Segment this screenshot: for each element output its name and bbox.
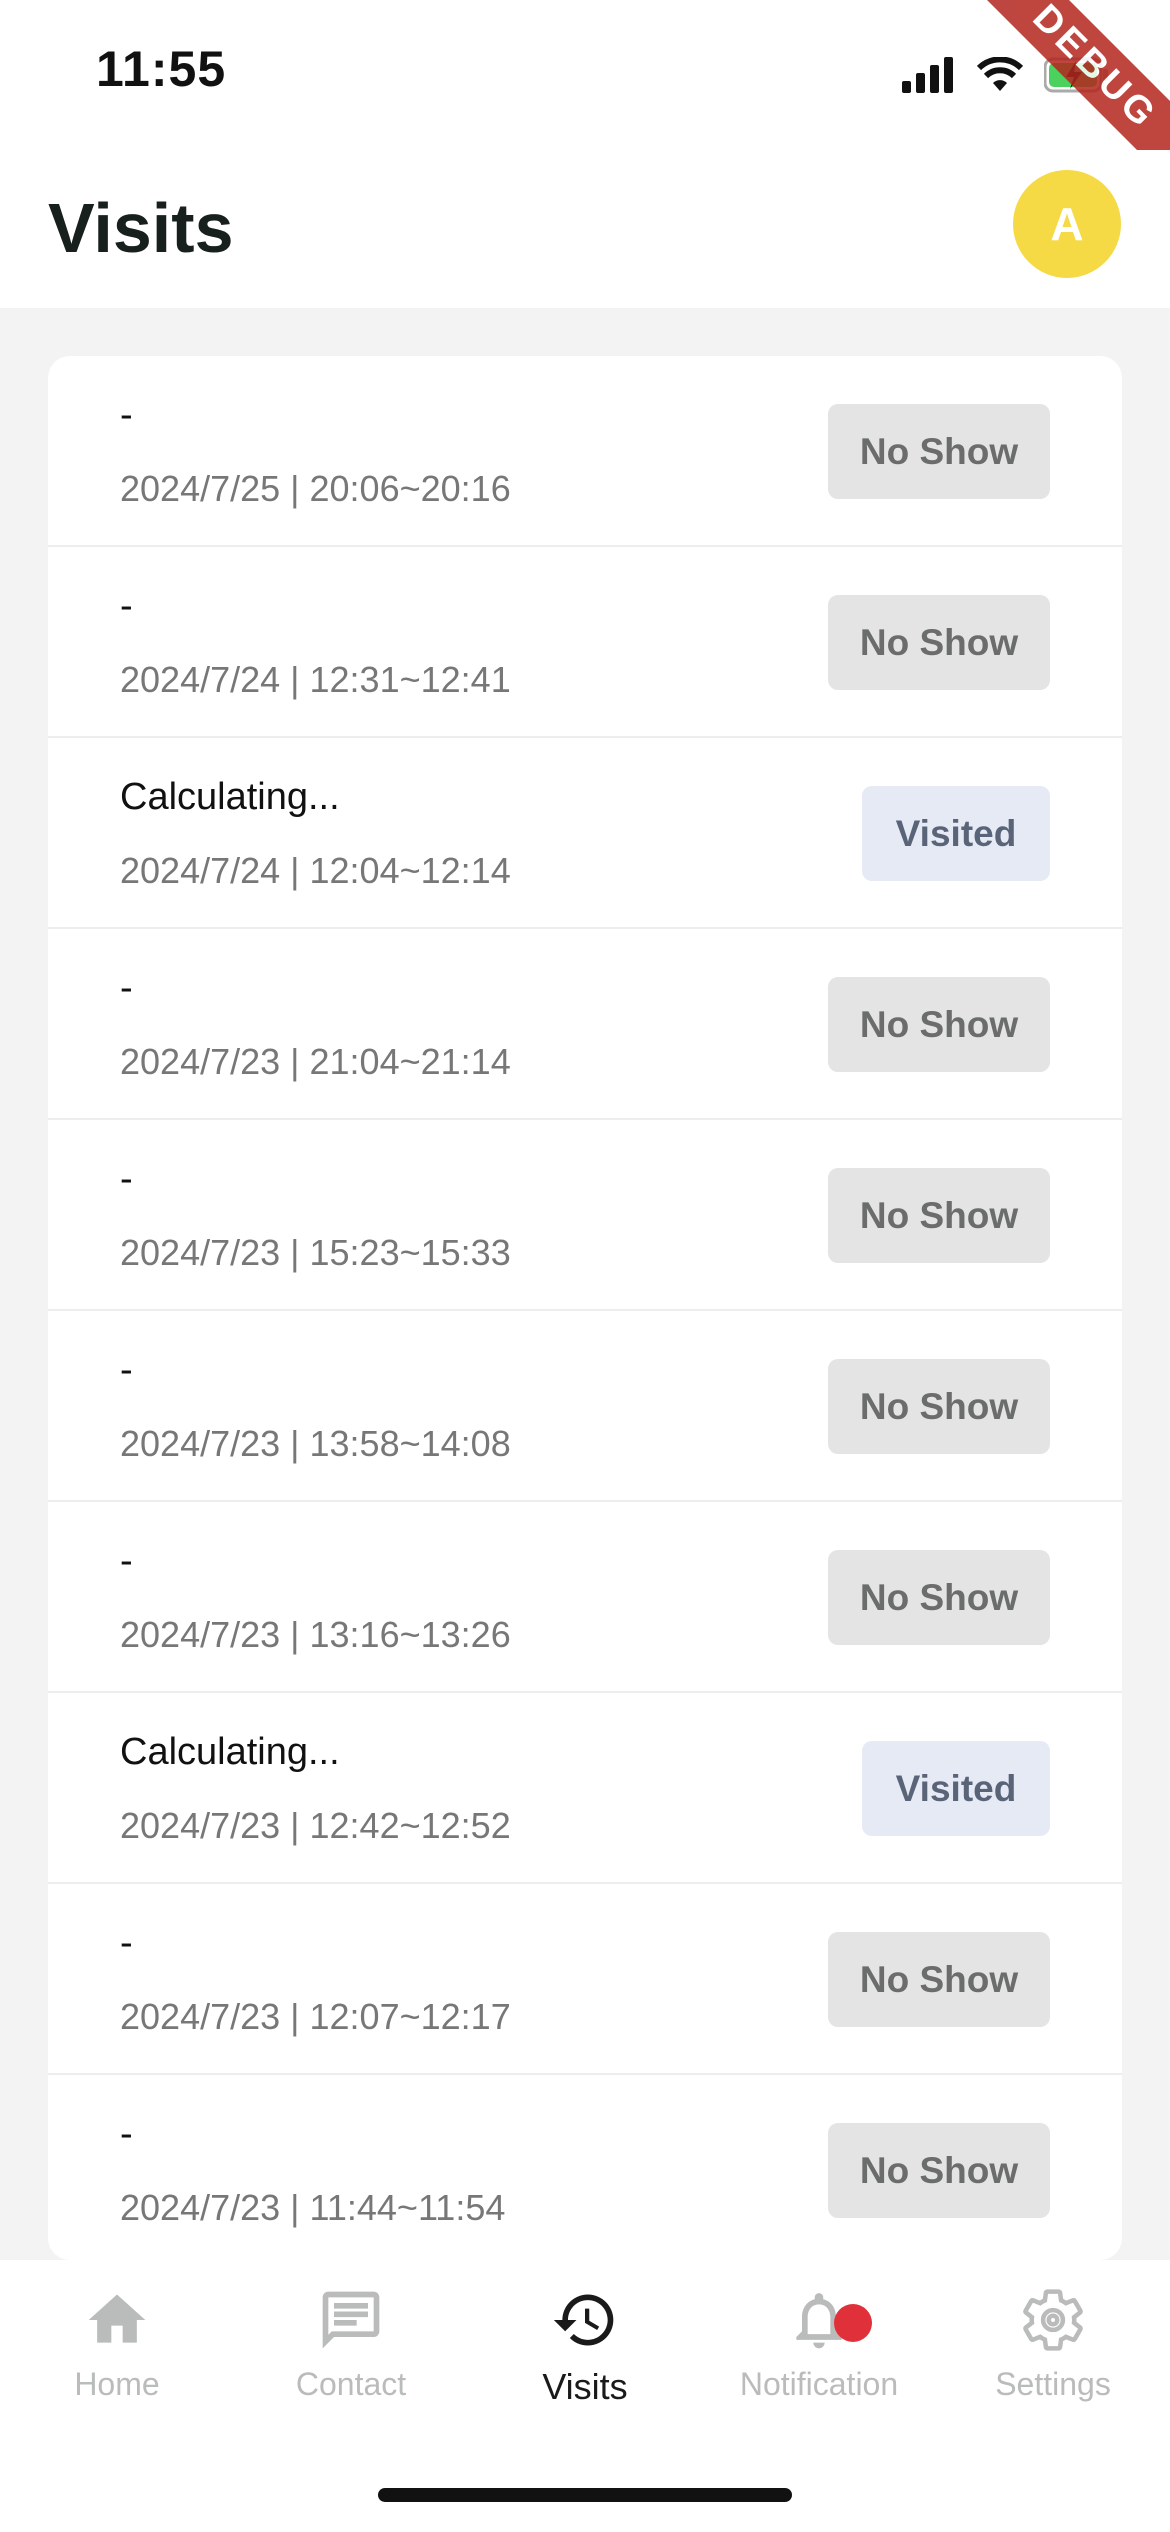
visit-datetime: 2024/7/25 | 20:06~20:16: [120, 468, 511, 509]
list-item[interactable]: - 2024/7/23 | 21:04~21:14 No Show: [48, 929, 1122, 1120]
status-badge: No Show: [828, 977, 1050, 1072]
visit-title: -: [120, 585, 133, 627]
visits-list: - 2024/7/25 | 20:06~20:16 No Show - 2024…: [48, 356, 1122, 2260]
visit-datetime: 2024/7/23 | 21:04~21:14: [120, 1041, 511, 1082]
visit-title: Calculating...: [120, 776, 340, 818]
nav-home[interactable]: Home: [0, 2286, 234, 2403]
visit-datetime: 2024/7/23 | 13:16~13:26: [120, 1614, 511, 1655]
nav-settings-label: Settings: [995, 2366, 1111, 2402]
status-badge: No Show: [828, 1932, 1050, 2027]
nav-visits[interactable]: Visits: [468, 2286, 702, 2408]
status-time: 11:55: [96, 41, 227, 97]
status-badge: Visited: [862, 1741, 1050, 1836]
status-badge: No Show: [828, 2123, 1050, 2218]
status-badge: No Show: [828, 1359, 1050, 1454]
home-indicator[interactable]: [378, 2488, 792, 2502]
list-item[interactable]: - 2024/7/23 | 12:07~12:17 No Show: [48, 1884, 1122, 2075]
wifi-icon: [976, 57, 1024, 91]
page-header: Visits A: [0, 150, 1170, 308]
visit-datetime: 2024/7/23 | 13:58~14:08: [120, 1423, 511, 1464]
list-item[interactable]: - 2024/7/23 | 13:58~14:08 No Show: [48, 1311, 1122, 1502]
list-item[interactable]: Calculating... 2024/7/23 | 12:42~12:52 V…: [48, 1693, 1122, 1884]
list-item[interactable]: - 2024/7/23 | 11:44~11:54 No Show: [48, 2075, 1122, 2260]
home-icon: [88, 2294, 146, 2343]
visit-title: -: [120, 967, 133, 1009]
history-icon: [553, 2294, 614, 2346]
list-item[interactable]: Calculating... 2024/7/24 | 12:04~12:14 V…: [48, 738, 1122, 929]
visit-title: -: [120, 1540, 133, 1582]
visit-datetime: 2024/7/23 | 15:23~15:33: [120, 1232, 511, 1273]
nav-contact-label: Contact: [295, 2366, 407, 2402]
notification-badge: [834, 2304, 872, 2342]
visit-datetime: 2024/7/23 | 11:44~11:54: [120, 2187, 506, 2228]
status-badge: No Show: [828, 1168, 1050, 1263]
nav-notification[interactable]: Notification: [702, 2286, 936, 2403]
nav-notification-label: Notification: [739, 2366, 899, 2402]
status-bar: 11:55 DEBUG: [0, 0, 1170, 208]
visit-datetime: 2024/7/23 | 12:42~12:52: [120, 1805, 511, 1846]
visit-title: -: [120, 1922, 133, 1964]
list-item[interactable]: - 2024/7/23 | 15:23~15:33 No Show: [48, 1120, 1122, 1311]
visit-title: -: [120, 1158, 133, 1200]
visit-datetime: 2024/7/24 | 12:04~12:14: [120, 850, 511, 891]
message-icon: [322, 2291, 380, 2349]
visit-title: -: [120, 394, 133, 436]
status-badge: Visited: [862, 786, 1050, 881]
visit-title: -: [120, 2113, 133, 2155]
nav-home-label: Home: [74, 2366, 160, 2402]
nav-contact[interactable]: Contact: [234, 2286, 468, 2403]
status-badge: No Show: [828, 404, 1050, 499]
nav-visits-label: Visits: [542, 2366, 628, 2407]
signal-icon: [902, 57, 953, 93]
visit-datetime: 2024/7/24 | 12:31~12:41: [120, 659, 511, 700]
list-item[interactable]: - 2024/7/23 | 13:16~13:26 No Show: [48, 1502, 1122, 1693]
avatar[interactable]: A: [1013, 170, 1121, 278]
list-item[interactable]: - 2024/7/25 | 20:06~20:16 No Show: [48, 356, 1122, 547]
visit-datetime: 2024/7/23 | 12:07~12:17: [120, 1996, 511, 2037]
status-badge: No Show: [828, 595, 1050, 690]
list-item[interactable]: - 2024/7/24 | 12:31~12:41 No Show: [48, 547, 1122, 738]
gear-icon: [1023, 2289, 1083, 2351]
page-title: Visits: [48, 189, 234, 267]
nav-settings[interactable]: Settings: [936, 2286, 1170, 2403]
visit-title: -: [120, 1349, 133, 1391]
visit-title: Calculating...: [120, 1731, 340, 1773]
status-badge: No Show: [828, 1550, 1050, 1645]
